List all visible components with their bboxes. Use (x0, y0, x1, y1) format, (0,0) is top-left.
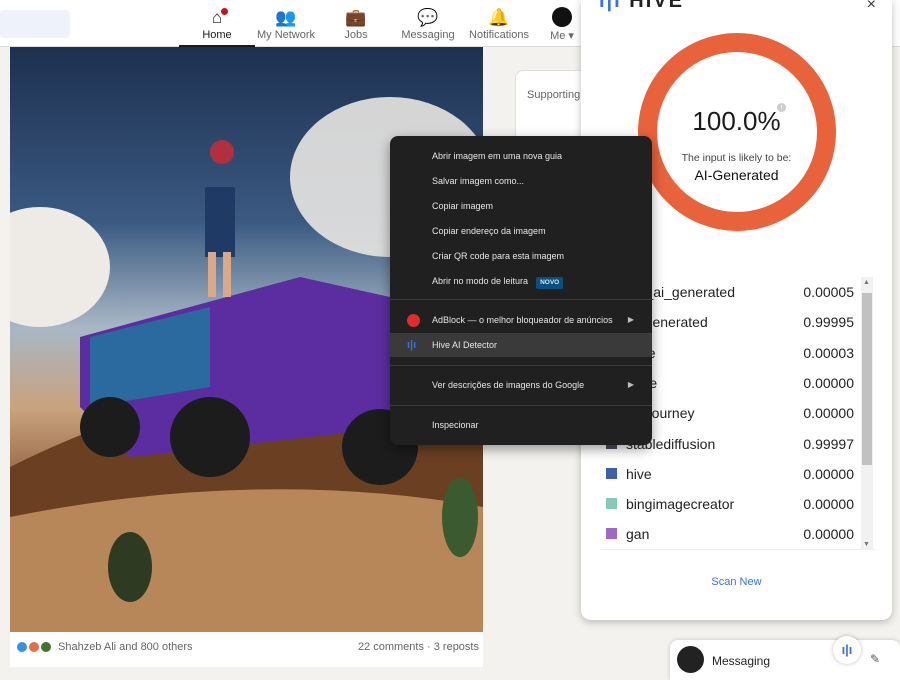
scrollbar[interactable]: ▲ ▼ (861, 277, 873, 550)
network-icon: 👥 (275, 8, 297, 27)
score-percent: 100.0% (692, 106, 781, 136)
like-reaction-icon (16, 641, 28, 653)
briefcase-icon: 💼 (345, 8, 367, 27)
nav-jobs[interactable]: 💼 Jobs (318, 4, 394, 47)
result-value: 0.00000 (803, 465, 854, 482)
home-icon: ⌂ (211, 8, 223, 27)
search-input[interactable] (0, 10, 70, 38)
compose-icon[interactable]: ✎ (870, 652, 880, 666)
info-icon[interactable]: i (777, 103, 786, 112)
messaging-label: Messaging (712, 654, 771, 668)
legend-swatch (606, 528, 617, 540)
submenu-arrow-icon: ▶ (627, 315, 634, 324)
menu-hive-ai-detector[interactable]: ı|ı Hive AI Detector (390, 333, 652, 357)
nav-label: My Network (256, 29, 316, 41)
nav-my-network[interactable]: 👥 My Network (248, 4, 324, 47)
new-badge: NOVO (536, 277, 564, 289)
hive-logo: ı|ı HIVE (599, 0, 684, 12)
nav-label: Messaging (401, 29, 455, 41)
context-menu: Abrir imagem em uma nova guia Salvar ima… (390, 136, 652, 445)
nav-home[interactable]: ⌂ Home (179, 4, 255, 47)
celebrate-reaction-icon (28, 641, 40, 653)
menu-google-image-descriptions[interactable]: Ver descrições de imagens do Google ▶ (390, 373, 652, 397)
result-row: bingimagecreator 0.00000 (601, 489, 856, 519)
nav-label: Notifications (469, 29, 529, 41)
nav-notifications[interactable]: 🔔 Notifications (461, 4, 537, 47)
comments-reposts-count[interactable]: 22 comments · 3 reposts (358, 641, 479, 653)
menu-label: Abrir no modo de leitura (432, 276, 529, 286)
menu-open-image-new-tab[interactable]: Abrir imagem em uma nova guia (390, 144, 652, 168)
result-value: 0.00003 (803, 344, 854, 361)
menu-copy-image[interactable]: Copiar imagem (390, 194, 652, 218)
menu-inspect[interactable]: Inspecionar (390, 413, 652, 437)
result-value: 0.00000 (803, 526, 854, 543)
nav-label: Home (202, 29, 232, 41)
notification-badge (219, 6, 230, 17)
nav-label: Jobs (344, 29, 368, 41)
avatar (677, 646, 704, 673)
reactions-summary[interactable]: Shahzeb Ali and 800 others (16, 641, 193, 653)
submenu-arrow-icon: ▶ (627, 380, 634, 389)
menu-label: Hive AI Detector (432, 340, 498, 350)
result-value: 0.00000 (803, 496, 854, 513)
bell-icon: 🔔 (488, 8, 510, 27)
menu-label: Ver descrições de imagens do Google (432, 380, 585, 390)
support-reaction-icon (40, 641, 52, 653)
right-card-text: Supporting (527, 89, 581, 101)
menu-reading-mode[interactable]: Abrir no modo de leitura NOVO (390, 269, 652, 293)
nav-messaging[interactable]: 💬 Messaging (390, 4, 466, 47)
result-value: 0.00005 (803, 284, 854, 300)
legend-swatch (606, 467, 617, 479)
nav-label: Me (550, 30, 566, 42)
menu-create-qr[interactable]: Criar QR code para esta imagem (390, 244, 652, 268)
result-label: hive (626, 465, 652, 482)
result-value: 0.00000 (803, 374, 854, 391)
chat-icon: 💬 (417, 8, 439, 27)
result-label: gan (626, 526, 650, 543)
menu-label: AdBlock — o melhor bloqueador de anúncio… (432, 315, 613, 325)
reactions-text: Shahzeb Ali and 800 others (58, 641, 193, 653)
result-value: 0.99995 (803, 314, 854, 331)
result-row: gan 0.00000 (601, 519, 856, 549)
menu-copy-image-address[interactable]: Copiar endereço da imagem (390, 219, 652, 243)
result-row: hive 0.00000 (601, 459, 856, 489)
legend-swatch (606, 498, 617, 510)
hive-icon: ı|ı (407, 339, 417, 351)
messaging-bar[interactable]: Messaging ✎ (670, 640, 900, 680)
hive-floating-button[interactable]: ı|ı (833, 636, 861, 664)
close-icon[interactable]: × (867, 0, 876, 14)
result-value: 0.99997 (803, 435, 854, 452)
result-label: bingimagecreator (626, 496, 735, 513)
menu-save-image[interactable]: Salvar imagem como... (390, 169, 652, 193)
result-value: 0.00000 (803, 405, 854, 422)
adblock-icon (407, 314, 420, 327)
scan-new-button[interactable]: Scan New (581, 576, 892, 588)
menu-adblock[interactable]: AdBlock — o melhor bloqueador de anúncio… (390, 308, 652, 332)
